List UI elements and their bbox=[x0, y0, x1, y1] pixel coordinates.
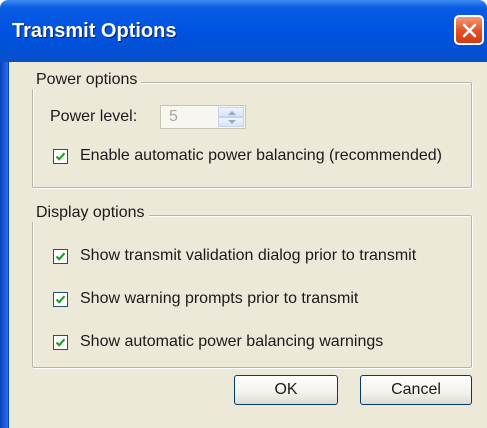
spin-buttons bbox=[218, 107, 244, 127]
power-options-legend: Power options bbox=[32, 71, 142, 89]
window-title: Transmit Options bbox=[12, 20, 177, 42]
auto-balance-checkbox[interactable] bbox=[53, 149, 68, 164]
arrow-down-icon bbox=[228, 120, 236, 124]
warning-prompts-checkbox[interactable] bbox=[53, 292, 68, 307]
close-icon bbox=[462, 23, 477, 38]
transmit-options-dialog: Transmit Options Power options Power lev… bbox=[0, 0, 487, 428]
balancing-warnings-checkbox[interactable] bbox=[53, 335, 68, 350]
arrow-up-icon bbox=[228, 111, 236, 115]
power-level-value[interactable]: 5 bbox=[169, 108, 178, 126]
display-options-legend: Display options bbox=[32, 204, 149, 222]
checkmark-icon bbox=[55, 252, 66, 261]
close-button[interactable] bbox=[454, 15, 484, 45]
spin-up-button[interactable] bbox=[218, 107, 244, 117]
checkmark-icon bbox=[55, 338, 66, 347]
ok-button[interactable]: OK bbox=[234, 375, 338, 405]
cancel-button[interactable]: Cancel bbox=[360, 375, 472, 405]
checkmark-icon bbox=[55, 152, 66, 161]
checkmark-icon bbox=[55, 295, 66, 304]
window-frame-left bbox=[0, 62, 8, 428]
power-options-group bbox=[32, 82, 472, 188]
title-bar[interactable]: Transmit Options bbox=[0, 0, 487, 62]
auto-balance-label[interactable]: Enable automatic power balancing (recomm… bbox=[80, 147, 442, 165]
power-level-label: Power level: bbox=[50, 108, 138, 125]
warning-prompts-label[interactable]: Show warning prompts prior to transmit bbox=[80, 290, 358, 308]
validation-dialog-label[interactable]: Show transmit validation dialog prior to… bbox=[80, 247, 416, 265]
power-level-spinner[interactable]: 5 bbox=[160, 105, 246, 129]
spin-down-button[interactable] bbox=[218, 117, 244, 127]
validation-dialog-checkbox[interactable] bbox=[53, 249, 68, 264]
balancing-warnings-label[interactable]: Show automatic power balancing warnings bbox=[80, 333, 383, 351]
